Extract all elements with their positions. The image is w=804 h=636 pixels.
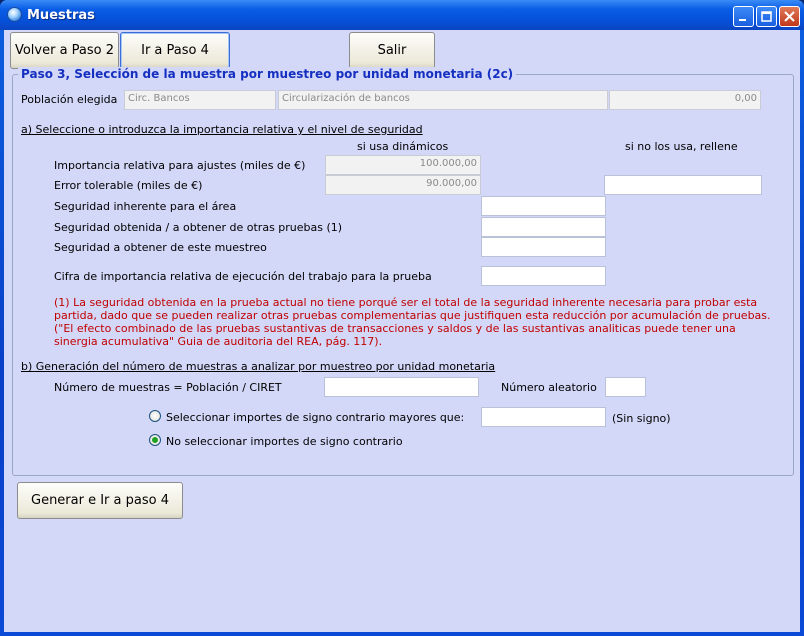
client-area: Volver a Paso 2 Ir a Paso 4 Salir Paso 3… xyxy=(4,30,800,632)
tolerable-error-manual-input[interactable] xyxy=(604,175,762,195)
tolerable-error-label: Error tolerable (miles de €) xyxy=(54,179,203,192)
section-a-title: a) Seleccione o introduzca la importanci… xyxy=(21,123,423,136)
app-icon xyxy=(7,7,22,22)
opposite-sign-threshold-input[interactable] xyxy=(481,407,606,427)
population-amount-field: 0,00 xyxy=(609,90,761,110)
samples-count-input[interactable] xyxy=(324,377,479,397)
title-bar[interactable]: Muestras xyxy=(0,0,804,30)
muestras-window: Muestras Volver a Paso 2 Ir a Paso 4 Sal… xyxy=(0,0,804,636)
generate-goto-step4-button[interactable]: Generar e Ir a paso 4 xyxy=(17,482,183,519)
sampling-security-label: Seguridad a obtener de este muestreo xyxy=(54,241,267,254)
sampling-security-input[interactable] xyxy=(481,237,606,257)
population-code-field: Circ. Bancos xyxy=(124,90,276,110)
radio-selected-dot xyxy=(152,437,158,443)
goto-step4-button[interactable]: Ir a Paso 4 xyxy=(120,32,230,69)
population-description-field: Circularización de bancos xyxy=(278,90,608,110)
population-label: Población elegida xyxy=(21,93,118,106)
samples-count-label: Número de muestras = Población / CIRET xyxy=(54,381,282,394)
no-opposite-sign-label[interactable]: No seleccionar importes de signo contrar… xyxy=(166,435,403,448)
minimize-button[interactable] xyxy=(733,6,754,27)
select-opposite-sign-radio[interactable] xyxy=(149,410,161,422)
maximize-icon xyxy=(761,11,772,22)
materiality-label: Importancia relativa para ajustes (miles… xyxy=(54,159,306,172)
col-dynamic-header: si usa dinámicos xyxy=(357,140,449,153)
inherent-security-input[interactable] xyxy=(481,196,606,216)
section-b-title: b) Generación del número de muestras a a… xyxy=(21,360,496,373)
execution-materiality-input[interactable] xyxy=(481,266,606,286)
select-opposite-sign-label[interactable]: Seleccionar importes de signo contrario … xyxy=(166,411,464,424)
close-button[interactable] xyxy=(779,6,800,27)
tolerable-error-dynamic-field: 90.000,00 xyxy=(325,175,481,195)
inherent-security-label: Seguridad inherente para el área xyxy=(54,200,237,213)
execution-materiality-label: Cifra de importancia relativa de ejecuci… xyxy=(54,270,432,283)
back-to-step2-button[interactable]: Volver a Paso 2 xyxy=(10,32,119,69)
window-title: Muestras xyxy=(27,8,95,23)
materiality-dynamic-field: 100.000,00 xyxy=(325,155,481,175)
col-manual-header: si no los usa, rellene xyxy=(625,140,738,153)
close-icon xyxy=(784,11,795,22)
random-number-input[interactable] xyxy=(605,377,646,397)
obtained-security-label: Seguridad obtenida / a obtener de otras … xyxy=(54,221,343,234)
random-number-label: Número aleatorio xyxy=(501,381,597,394)
no-opposite-sign-radio[interactable] xyxy=(149,434,161,446)
group-title: Paso 3, Selección de la muestra por mues… xyxy=(18,67,517,81)
obtained-security-input[interactable] xyxy=(481,217,606,237)
maximize-button[interactable] xyxy=(756,6,777,27)
unsigned-note: (Sin signo) xyxy=(612,412,671,425)
security-footnote: (1) La seguridad obtenida en la prueba a… xyxy=(54,296,771,348)
minimize-icon xyxy=(739,19,746,21)
exit-button[interactable]: Salir xyxy=(349,32,435,69)
